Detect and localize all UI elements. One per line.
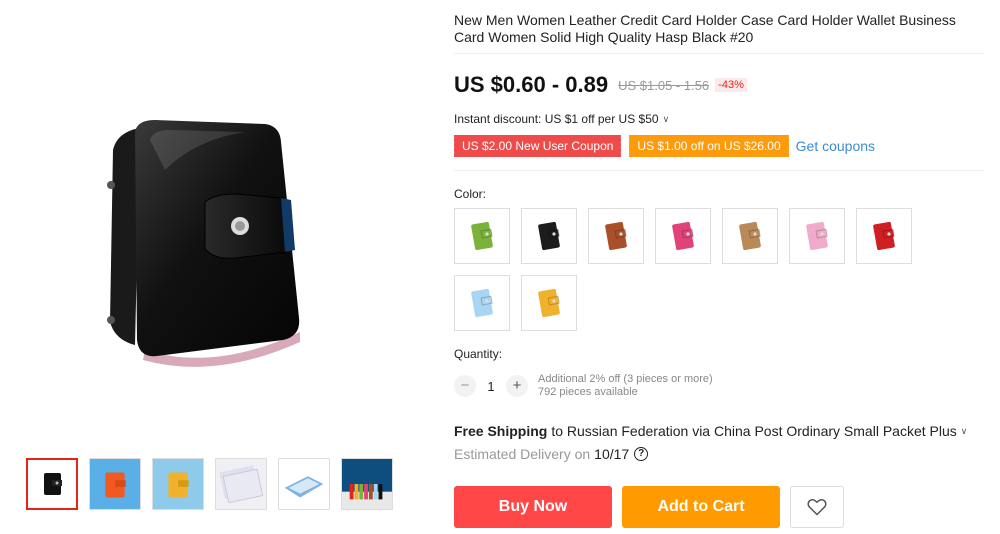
thumb-holder-open[interactable] bbox=[278, 458, 330, 510]
thumbnail-strip bbox=[26, 458, 393, 510]
store-coupon[interactable]: US $1.00 off on US $26.00 bbox=[627, 135, 791, 157]
wallet-yellow-icon bbox=[153, 459, 203, 509]
wallet-swatch-icon bbox=[605, 221, 627, 251]
quantity-minus-button[interactable]: − bbox=[454, 375, 476, 397]
main-product-image[interactable] bbox=[0, 0, 420, 440]
delivery-label: Estimated Delivery on bbox=[454, 446, 591, 462]
coupon-row: US $2.00 New User Coupon US $1.00 off on… bbox=[451, 135, 875, 157]
wallet-swatch-icon bbox=[672, 221, 694, 251]
wallet-swatch-icon bbox=[471, 288, 493, 318]
quantity-value[interactable]: 1 bbox=[476, 379, 506, 394]
wallet-swatch-icon bbox=[471, 221, 493, 251]
card-holder-illustration bbox=[107, 120, 300, 367]
estimated-delivery: Estimated Delivery on 10/17 ? bbox=[454, 446, 649, 462]
original-price: US $1.05 - 1.56 bbox=[618, 77, 710, 93]
thumb-yellow-holder[interactable] bbox=[152, 458, 204, 510]
color-swatches bbox=[454, 208, 924, 331]
quantity-label: Quantity: bbox=[454, 347, 503, 361]
color-swatch-rose[interactable] bbox=[655, 208, 711, 264]
quantity-plus-button[interactable]: + bbox=[506, 375, 528, 397]
color-swatch-brown[interactable] bbox=[588, 208, 644, 264]
color-swatch-black[interactable] bbox=[521, 208, 577, 264]
add-to-cart-button[interactable]: Add to Cart bbox=[622, 486, 780, 528]
shipping-info[interactable]: Free Shipping to Russian Federation via … bbox=[454, 423, 967, 439]
action-buttons: Buy Now Add to Cart bbox=[454, 486, 844, 528]
color-swatch-pink[interactable] bbox=[789, 208, 845, 264]
wallet-open-icon bbox=[279, 459, 329, 509]
card-sleeves-icon bbox=[216, 459, 266, 509]
divider bbox=[454, 53, 984, 54]
bulk-discount-note: Additional 2% off (3 pieces or more) bbox=[538, 373, 713, 385]
wallet-swatch-icon bbox=[538, 221, 560, 251]
delivery-date: 10/17 bbox=[594, 446, 630, 462]
divider bbox=[454, 170, 984, 171]
stock-available: 792 pieces available bbox=[538, 386, 638, 398]
new-user-coupon[interactable]: US $2.00 New User Coupon bbox=[451, 135, 624, 157]
free-shipping-label: Free Shipping bbox=[454, 423, 548, 439]
buy-now-button[interactable]: Buy Now bbox=[454, 486, 612, 528]
price-row: US $0.60 - 0.89 US $1.05 - 1.56 -43% bbox=[454, 72, 747, 98]
current-price: US $0.60 - 0.89 bbox=[454, 72, 609, 97]
wallet-swatch-icon bbox=[739, 221, 761, 251]
quantity-note: Additional 2% off (3 pieces or more) 792… bbox=[538, 373, 713, 399]
chevron-down-icon: ∨ bbox=[960, 425, 968, 436]
wishlist-button[interactable] bbox=[790, 486, 844, 528]
help-icon[interactable]: ? bbox=[634, 447, 649, 461]
color-label: Color: bbox=[454, 187, 487, 201]
wallet-swatch-icon bbox=[538, 288, 560, 318]
heart-icon bbox=[807, 499, 827, 516]
instant-discount[interactable]: Instant discount: US $1 off per US $50 ∨ bbox=[454, 112, 669, 126]
wallet-orange-icon bbox=[90, 459, 140, 509]
wallet-black-icon bbox=[44, 473, 62, 495]
thumb-black-holder[interactable] bbox=[26, 458, 78, 510]
thumb-holder-colors[interactable] bbox=[341, 458, 393, 510]
get-coupons-link[interactable]: Get coupons bbox=[796, 138, 875, 154]
color-swatch-red[interactable] bbox=[856, 208, 912, 264]
chevron-down-icon: ∨ bbox=[662, 113, 670, 124]
thumb-card-sleeves[interactable] bbox=[215, 458, 267, 510]
discount-badge: -43% bbox=[715, 78, 747, 92]
quantity-stepper: − 1 + Additional 2% off (3 pieces or mor… bbox=[454, 373, 713, 399]
color-swatch-green[interactable] bbox=[454, 208, 510, 264]
wallet-swatch-icon bbox=[873, 221, 895, 251]
thumb-orange-holder[interactable] bbox=[89, 458, 141, 510]
wallet-swatch-icon bbox=[806, 221, 828, 251]
shipping-destination: to Russian Federation via China Post Ord… bbox=[551, 423, 957, 439]
wallet-colors-icon bbox=[342, 459, 392, 509]
color-swatch-yellow[interactable] bbox=[521, 275, 577, 331]
product-title: New Men Women Leather Credit Card Holder… bbox=[454, 12, 956, 45]
instant-discount-text: Instant discount: US $1 off per US $50 bbox=[454, 112, 659, 126]
color-swatch-tan[interactable] bbox=[722, 208, 778, 264]
color-swatch-light-blue[interactable] bbox=[454, 275, 510, 331]
